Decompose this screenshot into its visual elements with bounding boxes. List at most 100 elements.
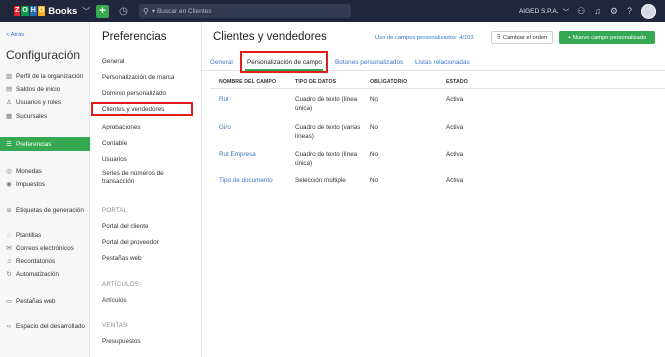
chevron-down-icon: ﹀ <box>82 6 91 16</box>
sliders-icon: ☰ <box>6 141 12 148</box>
pref-item-branding[interactable]: Personalización de marca <box>102 74 197 82</box>
tag-icon: ⊘ <box>6 207 12 214</box>
field-name-link[interactable]: Rut Empresa <box>219 150 256 159</box>
sidebar-item-automation[interactable]: ↻ Automatización <box>0 268 90 280</box>
sidebar-item-label: Monedas <box>16 167 42 175</box>
sidebar-item-label: Usuarios y roles <box>16 98 62 106</box>
organization-switcher[interactable]: AIGED S.P.A. ﹀ <box>518 6 570 17</box>
settings-sidebar: < Atrás Configuración ▥ Perfil de la orga… <box>0 22 90 357</box>
sidebar-item-developer-space[interactable]: ‹› Espacio del desarrollado <box>0 320 90 332</box>
quick-create-button[interactable]: + <box>96 4 109 18</box>
pref-item-vendor-portal[interactable]: Portal del proveedor <box>102 239 197 247</box>
pref-item-custom-domain[interactable]: Dominio personalizado <box>102 90 197 98</box>
web-tab-icon: ▭ <box>6 298 13 305</box>
sidebar-item-label: Perfil de la organización <box>16 72 84 80</box>
app-name: Books <box>48 5 78 17</box>
app-switcher[interactable]: Z O H O Books ﹀ <box>0 0 90 22</box>
field-type: Cuadro de texto (varias líneas) <box>295 124 361 140</box>
field-required: No <box>370 124 379 131</box>
section-portal: PORTAL <box>102 207 128 214</box>
sidebar-item-label: Saldos de inicio <box>16 85 61 93</box>
sidebar-item-templates[interactable]: ◌ Plantillas <box>0 229 90 241</box>
bell-icon[interactable]: ♫ <box>594 6 601 16</box>
sidebar-item-opening-balances[interactable]: ▤ Saldos de inicio <box>0 83 90 95</box>
pref-item-quotes[interactable]: Presupuestos <box>102 338 197 346</box>
pref-item-approvals[interactable]: Aprobaciones <box>102 124 197 132</box>
column-header-data-type[interactable]: TIPO DE DATOS <box>295 79 336 85</box>
preferences-title: Preferencias <box>102 31 167 43</box>
pref-item-web-tabs[interactable]: Pestañas web <box>102 255 197 263</box>
chevron-down-icon: ﹀ <box>562 9 570 16</box>
contacts-icon[interactable]: ⚇ <box>577 6 585 17</box>
sidebar-item-label: Sucursales <box>16 112 48 120</box>
sidebar-item-users-roles[interactable]: ♙ Usuarios y roles <box>0 96 90 108</box>
field-required: No <box>370 151 379 158</box>
tab-custom-buttons[interactable]: Botones personalizados <box>335 59 403 66</box>
top-bar: Z O H O Books ﹀ + ◷ ⚲ ▾ Buscar en Client… <box>0 0 665 22</box>
field-name-link[interactable]: Rut <box>219 95 229 104</box>
back-link[interactable]: < Atrás <box>6 32 24 38</box>
sidebar-item-reminders[interactable]: ♫ Recordatorios <box>0 255 90 267</box>
zoho-logo: Z O H O <box>14 6 46 16</box>
sidebar-item-generation-labels[interactable]: ⊘ Etiquetas de generación <box>0 204 90 216</box>
sidebar-item-label: Espacio del desarrollado <box>16 322 85 330</box>
org-name: AIGED S.P.A. <box>518 7 559 15</box>
section-sales: VENTAS <box>102 322 128 329</box>
tax-icon: ◉ <box>6 181 12 188</box>
sidebar-item-taxes[interactable]: ◉ Impuestos <box>0 178 90 190</box>
building-icon: ▥ <box>6 73 13 80</box>
section-articles: ARTÍCULOS <box>102 281 140 288</box>
search-placeholder-text: Buscar en Clientes <box>156 8 212 15</box>
sidebar-item-label: Pestañas web <box>16 297 56 305</box>
tab-related-lists[interactable]: Listas relacionadas <box>415 59 470 66</box>
new-custom-field-button[interactable]: + Nuevo campo personalizado <box>559 31 655 44</box>
search-input[interactable]: ⚲ ▾ Buscar en Clientes <box>139 4 351 18</box>
page-title: Clientes y vendedores <box>213 31 327 43</box>
logo-letter: Z <box>14 6 21 16</box>
history-icon[interactable]: ◷ <box>117 5 130 18</box>
field-status: Activa <box>446 96 464 103</box>
field-required: No <box>370 177 379 184</box>
main-content: Clientes y vendedores Uso de campos pers… <box>202 22 665 357</box>
pref-item-transaction-series[interactable]: Series de números de transacción <box>102 170 197 186</box>
active-pref-highlight <box>91 102 193 116</box>
field-name-link[interactable]: Giro <box>219 123 231 132</box>
sidebar-item-organization-profile[interactable]: ▥ Perfil de la organización <box>0 70 90 82</box>
pref-item-articles[interactable]: Artículos <box>102 297 197 305</box>
sidebar-item-preferences[interactable]: ☰ Preferencias <box>0 137 90 151</box>
bell-icon: ♫ <box>6 257 12 265</box>
field-type: Selección múltiple <box>295 177 346 184</box>
sidebar-item-label: Correos electrónicos <box>16 244 74 252</box>
logo-letter: O <box>37 6 46 16</box>
tab-general[interactable]: General <box>210 59 233 66</box>
column-header-required[interactable]: OBLIGATORIO <box>370 79 407 85</box>
branch-icon: ▦ <box>6 113 13 120</box>
column-header-status[interactable]: ESTADO <box>446 79 468 85</box>
balance-icon: ▤ <box>6 86 13 93</box>
sidebar-item-label: Automatización <box>16 270 60 278</box>
mail-icon: ✉ <box>6 245 12 252</box>
sidebar-item-currencies[interactable]: ◎ Monedas <box>0 165 90 177</box>
preferences-menu: Preferencias General Personalización de … <box>91 22 202 357</box>
reorder-icon: ⠿ <box>496 34 501 41</box>
change-order-button[interactable]: ⠿ Cambiar el orden <box>491 31 553 44</box>
pref-item-users[interactable]: Usuarios <box>102 156 197 164</box>
field-name-link[interactable]: Tipo de documento <box>219 176 273 185</box>
help-icon[interactable]: ? <box>627 6 632 16</box>
avatar[interactable] <box>641 3 656 19</box>
pref-item-accounting[interactable]: Contable <box>102 140 197 148</box>
column-header-field-name[interactable]: NOMBRE DEL CAMPO <box>219 79 276 85</box>
automation-icon: ↻ <box>6 271 12 278</box>
pref-item-customer-portal[interactable]: Portal del cliente <box>102 223 197 231</box>
sidebar-title: Configuración <box>6 48 81 62</box>
sidebar-item-branches[interactable]: ▦ Sucursales <box>0 110 90 122</box>
change-order-label: Cambiar el orden <box>502 34 548 41</box>
header-divider <box>210 88 665 89</box>
sidebar-item-label: Plantillas <box>16 231 42 239</box>
sidebar-item-web-tabs[interactable]: ▭ Pestañas web <box>0 295 90 307</box>
field-type: Cuadro de texto (línea única) <box>295 96 358 112</box>
sidebar-item-emails[interactable]: ✉ Correos electrónicos <box>0 242 90 254</box>
custom-fields-usage-link[interactable]: Uso de campos personalizados: 4/103 <box>375 35 474 41</box>
pref-item-general[interactable]: General <box>102 58 197 66</box>
gear-icon[interactable]: ⚙ <box>610 6 618 17</box>
